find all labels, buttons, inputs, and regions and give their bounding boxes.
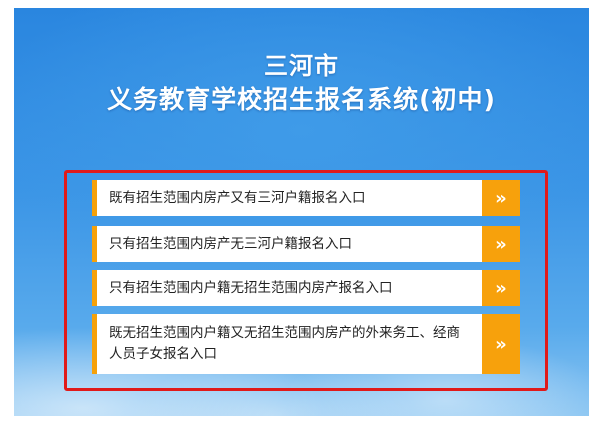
entry-migrant-workers-children[interactable]: 既无招生范围内户籍又无招生范围内房产的外来务工、经商人员子女报名入口 »	[92, 314, 520, 374]
entry-house-no-hukou[interactable]: 只有招生范围内房产无三河户籍报名入口 »	[92, 226, 520, 262]
entry-house-and-hukou[interactable]: 既有招生范围内房产又有三河户籍报名入口 »	[92, 180, 520, 216]
page-background: 三河市 义务教育学校招生报名系统(初中) 既有招生范围内房产又有三河户籍报名入口…	[14, 8, 589, 416]
entry-label: 只有招生范围内户籍无招生范围内房产报名入口	[109, 279, 393, 296]
double-chevron-right-icon[interactable]: »	[482, 314, 520, 374]
city-title: 三河市	[264, 52, 339, 80]
entry-label: 只有招生范围内房产无三河户籍报名入口	[109, 235, 352, 252]
system-title: 义务教育学校招生报名系统(初中)	[107, 85, 496, 114]
double-chevron-right-icon[interactable]: »	[482, 180, 520, 216]
double-chevron-right-icon[interactable]: »	[482, 270, 520, 306]
entry-label: 既有招生范围内房产又有三河户籍报名入口	[109, 189, 366, 206]
entry-label: 既无招生范围内户籍又无招生范围内房产的外来务工、经商人员子女报名入口	[109, 325, 460, 362]
double-chevron-right-icon[interactable]: »	[482, 226, 520, 262]
entry-hukou-no-house[interactable]: 只有招生范围内户籍无招生范围内房产报名入口 »	[92, 270, 520, 306]
